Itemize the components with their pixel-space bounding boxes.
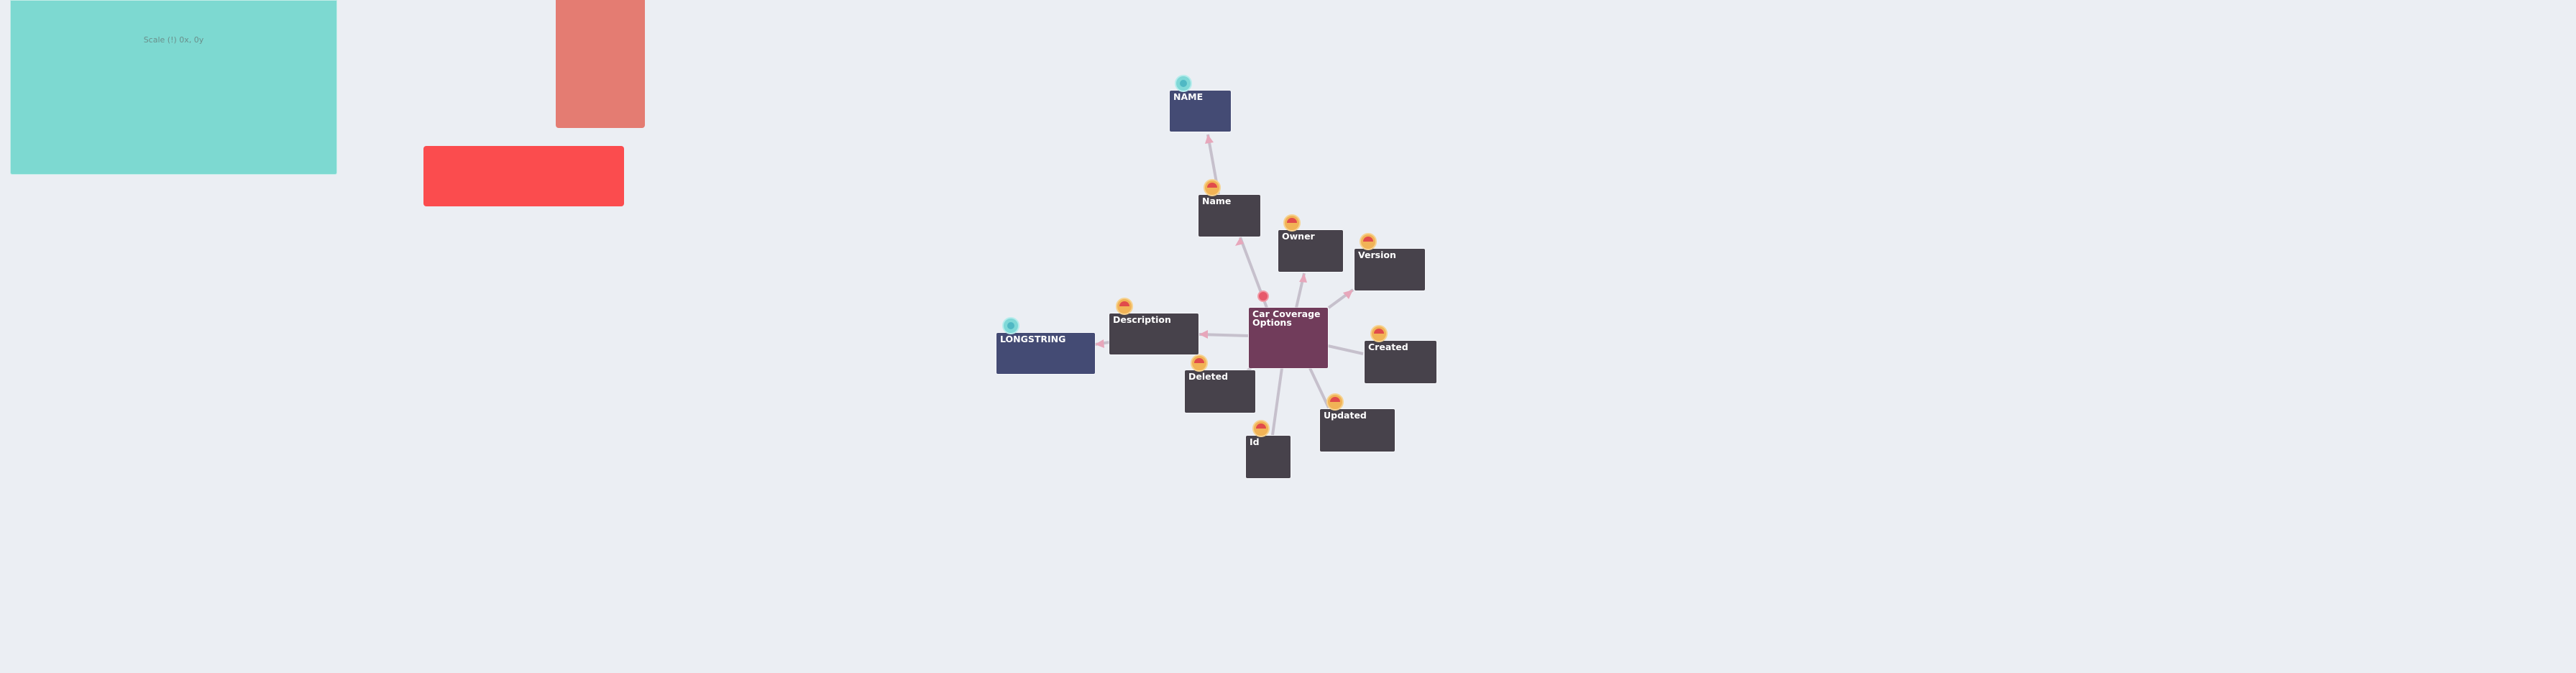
node-created[interactable]: Created <box>1365 341 1436 383</box>
node-name-type[interactable]: NAME <box>1170 91 1231 132</box>
field-badge-icon <box>1116 298 1133 315</box>
field-badge-icon <box>1283 214 1301 232</box>
field-badge-icon <box>1326 393 1344 411</box>
node-longstring[interactable]: LONGSTRING <box>996 333 1095 374</box>
arrow-longstring <box>1095 339 1104 348</box>
type-badge-icon <box>1175 75 1192 92</box>
field-badge-icon <box>1204 179 1221 196</box>
node-description[interactable]: Description <box>1109 313 1198 354</box>
field-badge-icon <box>1360 233 1377 250</box>
node-id[interactable]: Id <box>1246 436 1291 478</box>
entity-badge-icon <box>1257 290 1269 302</box>
node-owner[interactable]: Owner <box>1278 230 1343 272</box>
type-badge-icon <box>1002 317 1019 334</box>
field-badge-icon <box>1370 325 1388 342</box>
node-car-coverage-options[interactable]: Car Coverage Options <box>1249 308 1328 368</box>
node-name[interactable]: Name <box>1198 195 1260 237</box>
field-badge-icon <box>1191 354 1208 372</box>
node-updated[interactable]: Updated <box>1320 409 1395 452</box>
arrow-description <box>1199 330 1208 339</box>
node-version[interactable]: Version <box>1355 249 1425 290</box>
edge-entity-id <box>1271 367 1283 436</box>
edge-entity-created <box>1327 344 1364 355</box>
node-deleted[interactable]: Deleted <box>1185 370 1255 413</box>
field-badge-icon <box>1252 420 1270 437</box>
